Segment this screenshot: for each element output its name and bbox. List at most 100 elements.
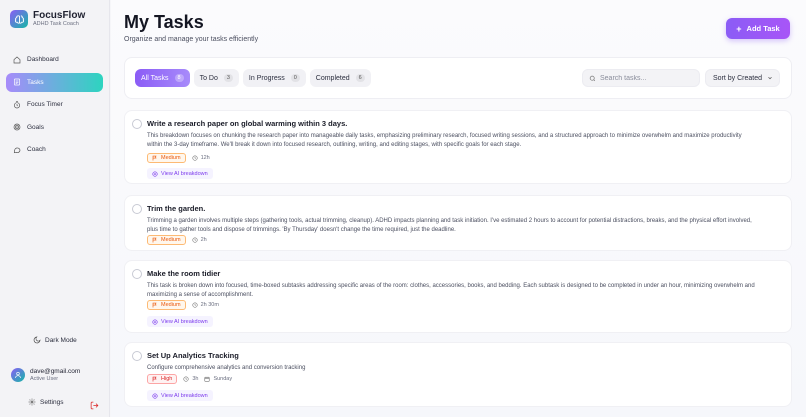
clock-icon	[183, 376, 189, 382]
timer-icon	[13, 100, 21, 109]
add-task-label: Add Task	[746, 24, 780, 33]
flag-icon	[152, 155, 158, 161]
user-email: dave@gmail.com	[30, 367, 81, 375]
sidebar-item-label: Tasks	[27, 78, 44, 86]
calendar-icon	[204, 376, 210, 382]
task-description: Trimming a garden involves multiple step…	[147, 218, 752, 233]
logout-icon[interactable]	[90, 397, 99, 410]
task-checkbox[interactable]	[132, 269, 142, 279]
task-card[interactable]: Write a research paper on global warming…	[124, 110, 792, 184]
page-subtitle: Organize and manage your tasks efficient…	[124, 36, 259, 43]
time-estimate: 12h	[192, 155, 210, 161]
sort-label: Sort by Created	[713, 74, 763, 82]
dark-mode-toggle[interactable]: Dark Mode	[33, 336, 77, 344]
settings-label: Settings	[40, 398, 64, 406]
task-meta: High 3h Sunday	[147, 374, 232, 384]
tab-label: To Do	[199, 74, 218, 82]
sidebar-item-label: Dashboard	[27, 56, 59, 63]
sparkle-icon	[152, 392, 158, 399]
view-ai-breakdown-button[interactable]: View AI breakdown	[147, 168, 213, 179]
page-title: My Tasks	[124, 12, 204, 32]
task-checkbox[interactable]	[132, 204, 142, 214]
sidebar-item-coach[interactable]: Coach	[6, 140, 103, 159]
status-tabs: All Tasks 8 To Do 3 In Progress 0 Comple…	[135, 69, 375, 87]
ai-breakdown-label: View AI breakdown	[161, 392, 208, 399]
tab-label: Completed	[315, 74, 350, 82]
user-profile[interactable]: dave@gmail.com Active User	[6, 362, 103, 388]
sidebar: FocusFlow ADHD Task Coach Dashboard Task…	[0, 0, 110, 417]
sidebar-item-label: Coach	[27, 146, 46, 153]
tab-count: 6	[355, 74, 365, 82]
task-meta: Medium 12h	[147, 153, 210, 163]
task-description: This task is broken down into focused, t…	[147, 283, 755, 298]
home-icon	[13, 56, 21, 64]
tab-count: 0	[290, 74, 300, 82]
chat-icon	[13, 146, 21, 154]
tab-label: All Tasks	[141, 74, 169, 82]
app-name: FocusFlow	[33, 10, 86, 21]
task-title: Write a research paper on global warming…	[147, 119, 348, 128]
add-task-button[interactable]: + Add Task	[726, 18, 790, 39]
due-label: Sunday	[213, 376, 233, 382]
brain-logo-icon	[10, 10, 28, 28]
avatar	[11, 368, 25, 382]
sidebar-item-tasks[interactable]: Tasks	[6, 72, 103, 92]
task-card[interactable]: Set Up Analytics Tracking Configure comp…	[124, 342, 792, 407]
sidebar-item-goals[interactable]: Goals	[6, 118, 103, 137]
tab-count: 8	[174, 74, 184, 82]
priority-badge: Medium	[147, 300, 186, 310]
view-ai-breakdown-button[interactable]: View AI breakdown	[147, 316, 213, 327]
user-status: Active User	[30, 375, 59, 382]
flag-icon	[152, 376, 158, 382]
flag-icon	[152, 237, 158, 243]
tab-in-progress[interactable]: In Progress 0	[242, 69, 306, 87]
time-label: 12h	[200, 155, 210, 161]
search-box	[582, 69, 700, 87]
priority-label: Medium	[161, 155, 181, 161]
sidebar-item-focus-timer[interactable]: Focus Timer	[6, 95, 103, 114]
time-label: 3h	[192, 376, 199, 382]
sort-dropdown[interactable]: Sort by Created	[705, 69, 780, 87]
tab-all-tasks[interactable]: All Tasks 8	[135, 69, 190, 87]
time-label: 2h	[200, 237, 207, 243]
chevron-down-icon	[767, 75, 773, 81]
sidebar-item-dashboard[interactable]: Dashboard	[6, 50, 103, 69]
task-meta: Medium 2h	[147, 235, 207, 245]
search-input[interactable]	[600, 74, 695, 82]
dark-mode-label: Dark Mode	[45, 336, 77, 344]
sidebar-nav: Dashboard Tasks Focus Timer Goals Coach	[6, 50, 103, 163]
priority-label: High	[161, 376, 173, 382]
ai-breakdown-label: View AI breakdown	[161, 170, 208, 177]
time-estimate: 3h	[183, 376, 198, 382]
tab-count: 3	[223, 74, 233, 82]
task-title: Set Up Analytics Tracking	[147, 351, 239, 360]
tab-completed[interactable]: Completed 6	[309, 69, 371, 87]
main-content: My Tasks Organize and manage your tasks …	[111, 0, 806, 417]
time-label: 2h 30m	[200, 302, 219, 308]
view-ai-breakdown-button[interactable]: View AI breakdown	[147, 390, 213, 401]
ai-breakdown-label: View AI breakdown	[161, 318, 208, 325]
priority-badge: High	[147, 374, 178, 384]
brand[interactable]: FocusFlow ADHD Task Coach	[10, 10, 85, 28]
priority-badge: Medium	[147, 153, 186, 163]
priority-label: Medium	[161, 302, 181, 308]
clock-icon	[192, 155, 198, 161]
task-checkbox[interactable]	[132, 351, 142, 361]
time-estimate: 2h 30m	[192, 302, 219, 308]
task-title: Make the room tidier	[147, 269, 221, 278]
priority-badge: Medium	[147, 235, 186, 245]
task-description: Configure comprehensive analytics and co…	[147, 365, 306, 371]
task-checkbox[interactable]	[132, 119, 142, 129]
due-date: Sunday	[204, 376, 232, 382]
task-card[interactable]: Make the room tidier This task is broken…	[124, 260, 792, 333]
app-tagline: ADHD Task Coach	[33, 21, 79, 27]
task-card[interactable]: Trim the garden. Trimming a garden invol…	[124, 195, 792, 251]
task-title: Trim the garden.	[147, 204, 206, 213]
search-icon	[589, 69, 596, 87]
clock-icon	[192, 302, 198, 308]
tab-to-do[interactable]: To Do 3	[193, 69, 239, 87]
flag-icon	[152, 302, 158, 308]
sidebar-item-label: Goals	[27, 123, 44, 131]
task-description: This breakdown focuses on chunking the r…	[147, 133, 742, 148]
settings-button[interactable]: Settings	[28, 398, 64, 406]
